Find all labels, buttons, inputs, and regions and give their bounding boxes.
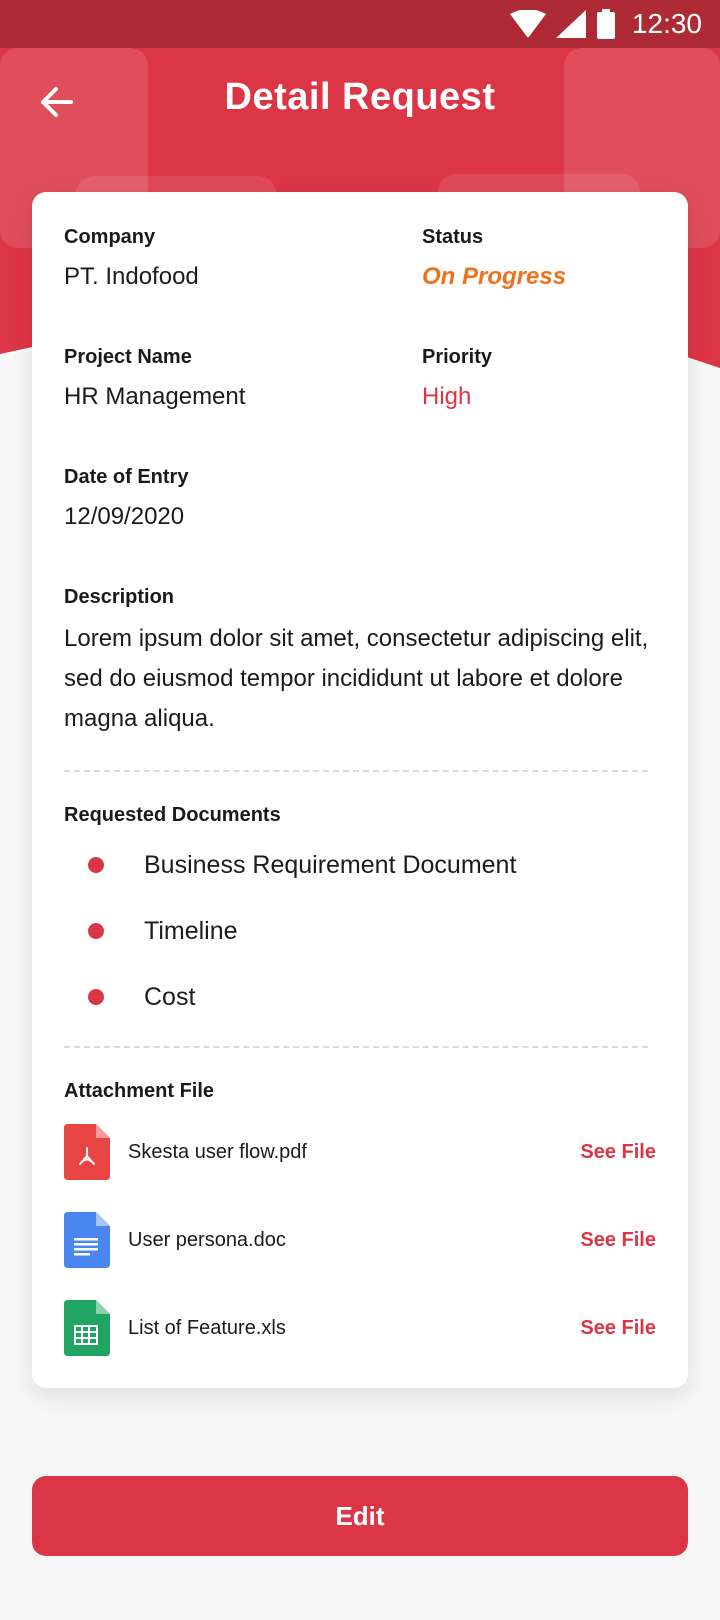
attachment-row: Skesta user flow.pdf See File [64, 1108, 656, 1196]
see-file-link[interactable]: See File [580, 1141, 656, 1164]
date-of-entry-field: Date of Entry 12/09/2020 [64, 466, 188, 531]
status-label: Status [422, 226, 484, 248]
status-icons: 12:30 [509, 6, 702, 42]
requested-documents-label: Requested Documents [64, 804, 281, 826]
attachment-row: List of Feature.xls See File [64, 1284, 656, 1372]
description-label: Description [64, 586, 175, 608]
priority-field: Priority High [422, 346, 492, 411]
divider [64, 1046, 648, 1048]
attachment-label-wrap: Attachment File [64, 1080, 214, 1103]
wifi-icon [509, 10, 546, 38]
company-label: Company [64, 226, 156, 248]
attachment-row: User persona.doc See File [64, 1196, 656, 1284]
document-name: Timeline [144, 916, 238, 945]
bullet-icon [88, 923, 104, 939]
requested-documents-list: Business Requirement Document Timeline C… [64, 832, 654, 1030]
list-item: Cost [64, 964, 654, 1030]
priority-value: High [422, 383, 472, 410]
list-item: Business Requirement Document [64, 832, 654, 898]
document-name: Business Requirement Document [144, 850, 517, 879]
doc-file-icon [64, 1212, 110, 1268]
attachment-name: List of Feature.xls [128, 1316, 286, 1339]
requested-documents-label-wrap: Requested Documents [64, 804, 281, 827]
project-name-value: HR Management [64, 383, 246, 410]
status-bar: 12:30 [0, 0, 720, 48]
see-file-link[interactable]: See File [580, 1317, 656, 1340]
status-time: 12:30 [631, 8, 702, 39]
attachment-name: Skesta user flow.pdf [128, 1140, 307, 1163]
company-value: PT. Indofood [64, 263, 199, 290]
description-text: Lorem ipsum dolor sit amet, consectetur … [64, 625, 649, 732]
list-item: Timeline [64, 898, 654, 964]
sheet-file-icon [64, 1300, 110, 1356]
pdf-file-icon [64, 1124, 110, 1180]
project-name-label: Project Name [64, 346, 192, 368]
date-of-entry-label: Date of Entry [64, 466, 189, 488]
edit-button[interactable]: Edit [32, 1476, 688, 1556]
company-field: Company PT. Indofood [64, 226, 199, 291]
signal-icon [555, 10, 586, 38]
detail-card: Company PT. Indofood Status On Progress … [32, 192, 688, 1388]
document-name: Cost [144, 982, 196, 1011]
description-field: Description Lorem ipsum dolor sit amet, … [64, 586, 654, 739]
bullet-icon [88, 989, 104, 1005]
attachment-list: Skesta user flow.pdf See File User perso… [64, 1108, 656, 1372]
priority-label: Priority [422, 346, 493, 368]
attachment-name: User persona.doc [128, 1228, 286, 1251]
page-title: Detail Request [224, 76, 496, 118]
divider [64, 770, 648, 772]
battery-icon [596, 9, 615, 39]
date-of-entry-value: 12/09/2020 [64, 503, 185, 530]
bullet-icon [88, 857, 104, 873]
status-field: Status On Progress [422, 226, 566, 291]
status-badge: On Progress [422, 263, 567, 290]
attachment-label: Attachment File [64, 1080, 215, 1102]
see-file-link[interactable]: See File [580, 1229, 656, 1252]
project-name-field: Project Name HR Management [64, 346, 245, 411]
